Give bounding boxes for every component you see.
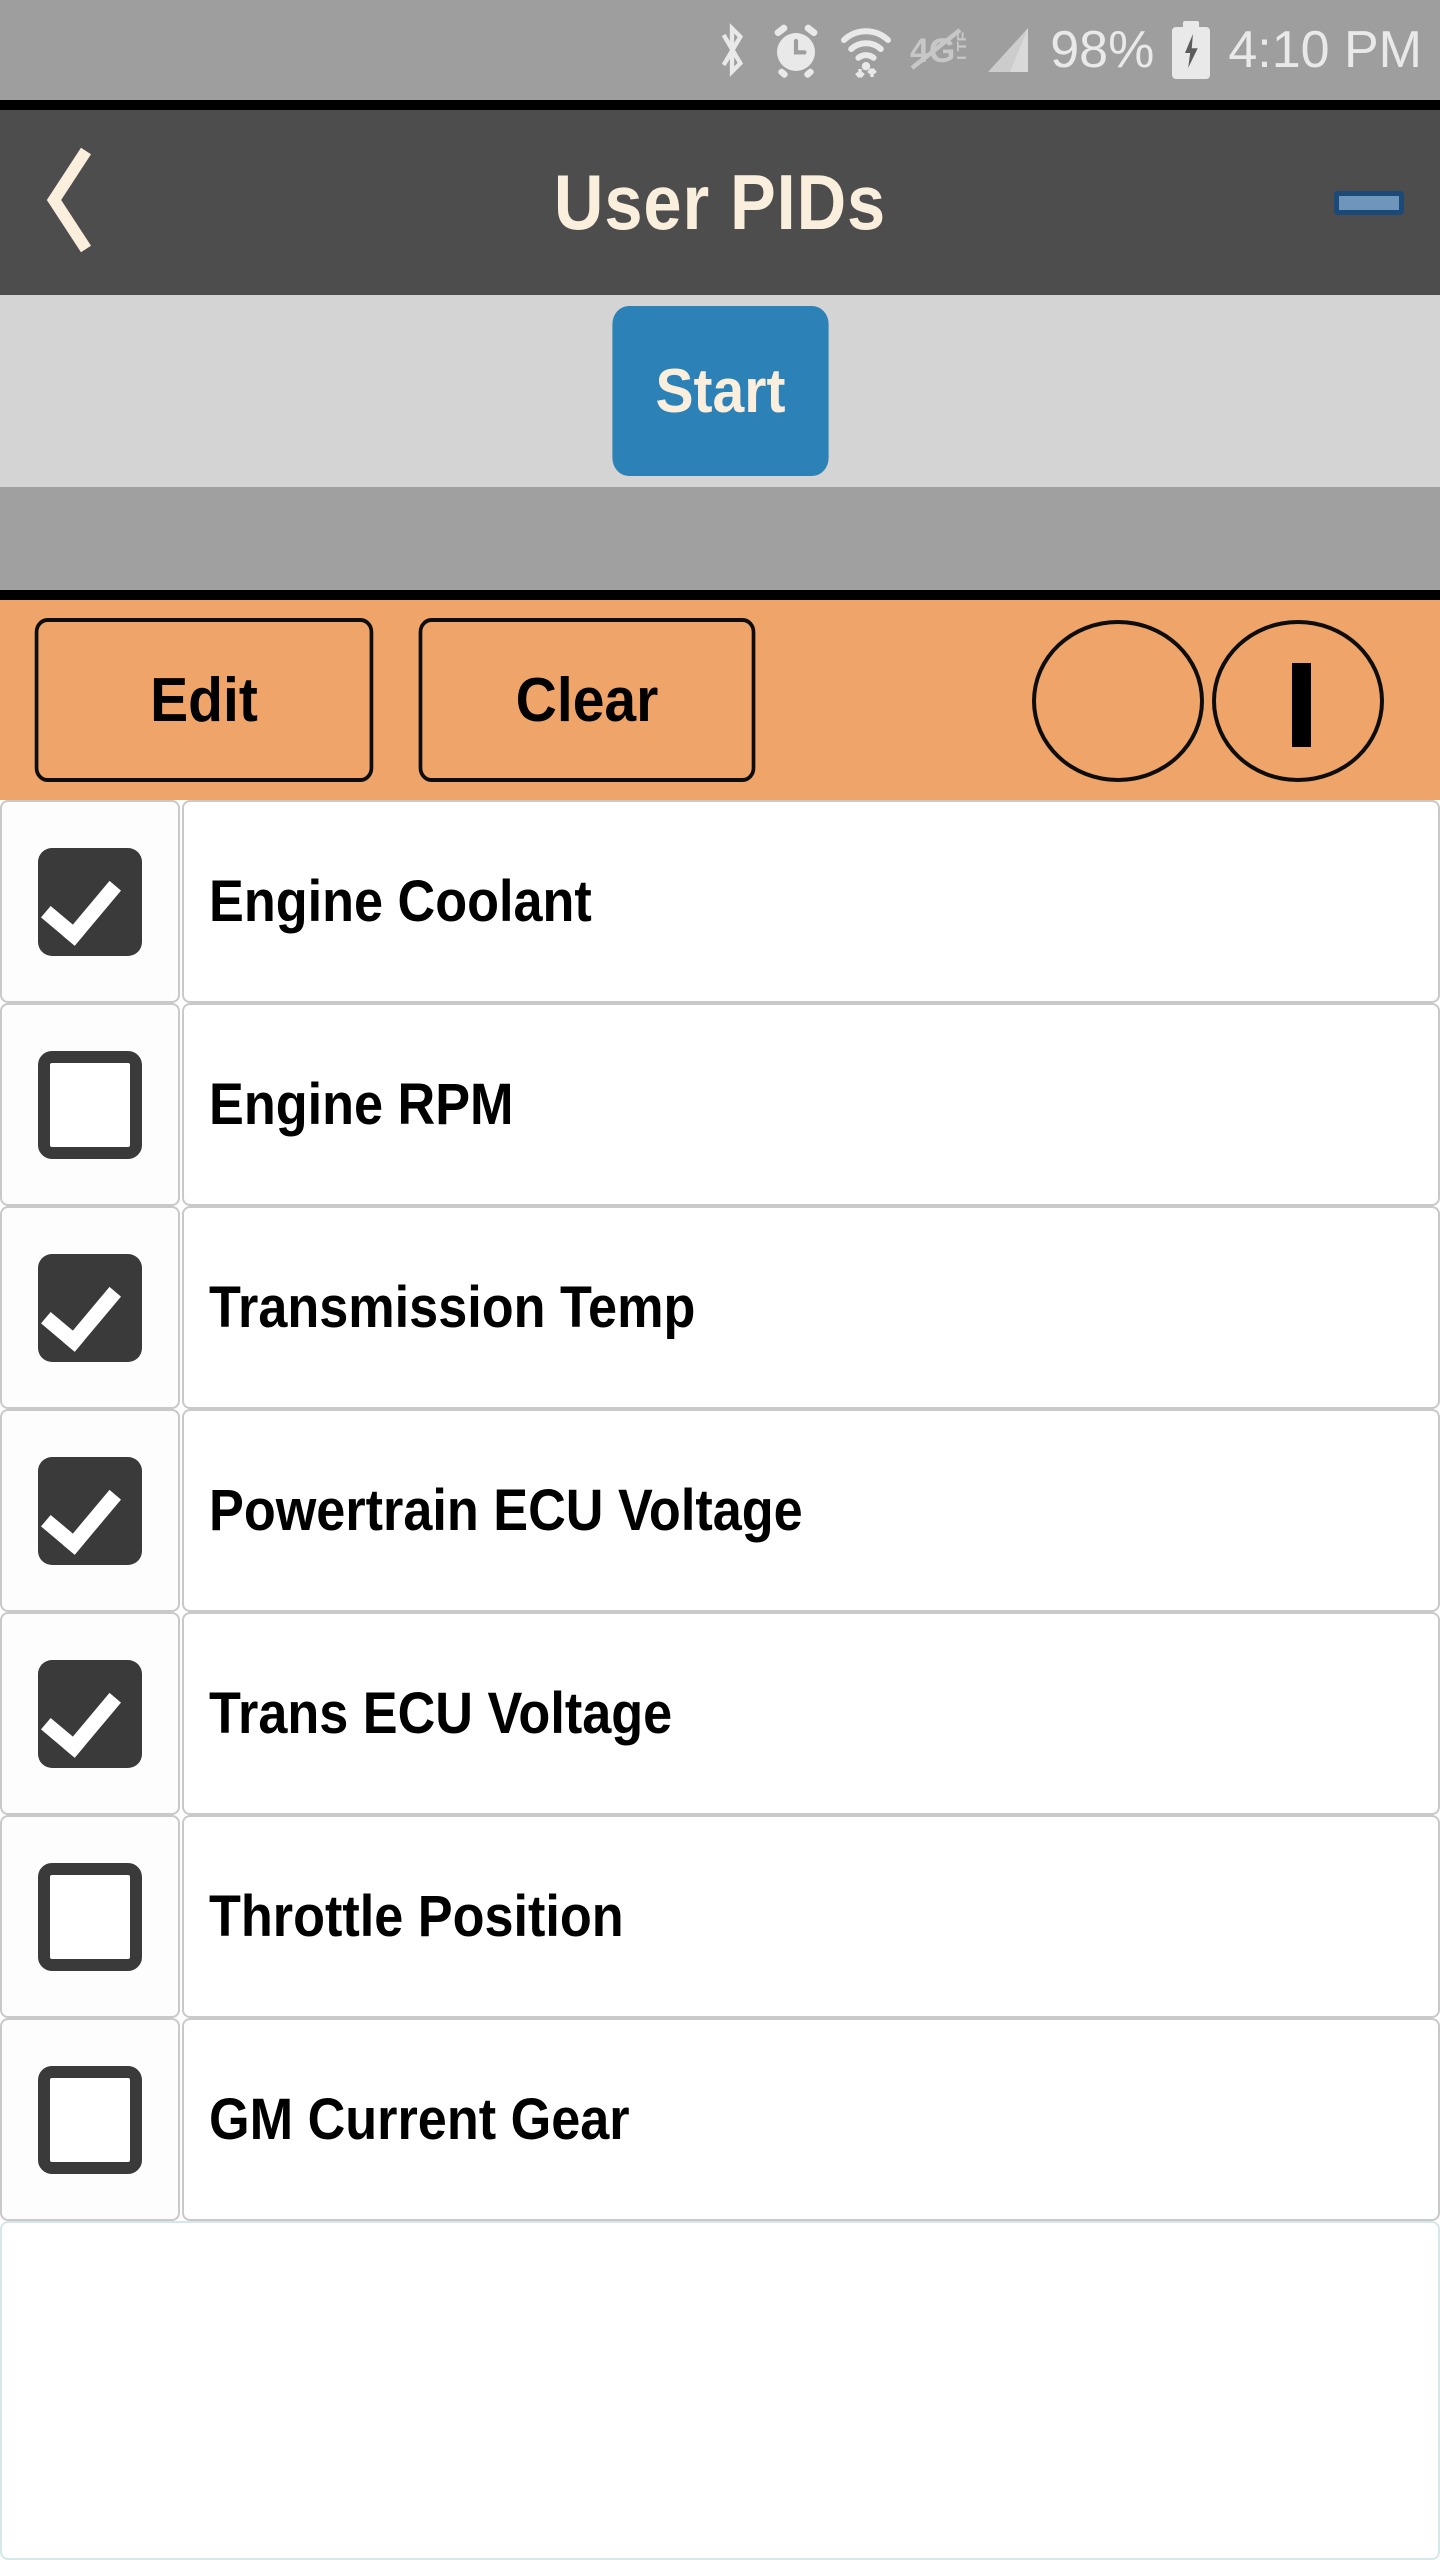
table-row[interactable]: Engine Coolant: [0, 800, 1440, 1003]
checkmark-icon: [41, 1470, 121, 1555]
minimize-button[interactable]: [1334, 190, 1404, 215]
pid-toolbar: Edit Clear: [0, 600, 1440, 800]
toolbar-divider: [0, 590, 1440, 600]
status-spacer-bar: [0, 487, 1440, 590]
pid-list: Engine Coolant Engine RPM Transmission Tem…: [0, 800, 1440, 2560]
pid-label-cell[interactable]: Transmission Temp: [182, 1206, 1440, 1409]
pid-label: Trans ECU Voltage: [209, 1681, 673, 1746]
start-button[interactable]: Start: [611, 306, 829, 476]
pid-checkbox-cell[interactable]: [0, 2018, 180, 2221]
edit-button[interactable]: Edit: [34, 618, 374, 782]
pid-checkbox-cell[interactable]: [0, 800, 180, 1003]
pid-label: Powertrain ECU Voltage: [209, 1478, 803, 1543]
pid-label-cell[interactable]: Throttle Position: [182, 1815, 1440, 2018]
pid-label-cell[interactable]: Engine Coolant: [182, 800, 1440, 1003]
checkmark-icon: [41, 1673, 121, 1758]
list-empty-area: [0, 2221, 1440, 2560]
pid-label: Throttle Position: [209, 1884, 624, 1949]
title-bar: User PIDs: [0, 110, 1440, 295]
clock-label: 4:10 PM: [1228, 21, 1422, 79]
alarm-clock-icon: [770, 22, 822, 78]
start-band: Start: [0, 295, 1440, 487]
table-row[interactable]: Powertrain ECU Voltage: [0, 1409, 1440, 1612]
mobile-data-off-icon: 4G LTE: [910, 24, 966, 76]
table-row[interactable]: Transmission Temp: [0, 1206, 1440, 1409]
table-row[interactable]: Engine RPM: [0, 1003, 1440, 1206]
pid-label-cell[interactable]: Powertrain ECU Voltage: [182, 1409, 1440, 1612]
checkbox-checked-icon[interactable]: [38, 1456, 142, 1565]
wifi-icon: [840, 21, 892, 79]
pid-label-cell[interactable]: GM Current Gear: [182, 2018, 1440, 2221]
pid-label: Engine RPM: [209, 1072, 514, 1137]
checkbox-unchecked-icon[interactable]: [38, 1862, 142, 1971]
pid-checkbox-cell[interactable]: [0, 1409, 180, 1612]
pid-label-cell[interactable]: Trans ECU Voltage: [182, 1612, 1440, 1815]
cell-signal-icon: [984, 24, 1032, 76]
minus-button[interactable]: [1032, 620, 1204, 782]
pid-checkbox-cell[interactable]: [0, 1206, 180, 1409]
pid-checkbox-cell[interactable]: [0, 1612, 180, 1815]
plus-button[interactable]: [1212, 620, 1384, 782]
status-bar-divider: [0, 100, 1440, 110]
checkmark-icon: [41, 861, 121, 946]
checkbox-checked-icon[interactable]: [38, 1659, 142, 1768]
checkmark-icon: [41, 1267, 121, 1352]
table-row[interactable]: GM Current Gear: [0, 2018, 1440, 2221]
battery-charging-icon: [1172, 21, 1211, 79]
checkbox-checked-icon[interactable]: [38, 1253, 142, 1362]
pid-checkbox-cell[interactable]: [0, 1003, 180, 1206]
pid-label: Transmission Temp: [209, 1275, 696, 1340]
table-row[interactable]: Throttle Position: [0, 1815, 1440, 2018]
page-title: User PIDs: [553, 158, 887, 246]
status-bar: 4G LTE 98% 4:10 PM: [0, 0, 1440, 100]
checkbox-checked-icon[interactable]: [38, 847, 142, 956]
pid-label: Engine Coolant: [209, 869, 592, 934]
clear-button[interactable]: Clear: [418, 618, 756, 782]
pid-label: GM Current Gear: [209, 2087, 630, 2152]
checkbox-unchecked-icon[interactable]: [38, 2065, 142, 2174]
table-row[interactable]: Trans ECU Voltage: [0, 1612, 1440, 1815]
app-screen: 4G LTE 98% 4:10 PM User PIDs: [0, 0, 1440, 2560]
checkbox-unchecked-icon[interactable]: [38, 1050, 142, 1159]
pid-label-cell[interactable]: Engine RPM: [182, 1003, 1440, 1206]
bluetooth-icon: [712, 21, 752, 79]
battery-percent-label: 98%: [1050, 21, 1155, 79]
pid-checkbox-cell[interactable]: [0, 1815, 180, 2018]
